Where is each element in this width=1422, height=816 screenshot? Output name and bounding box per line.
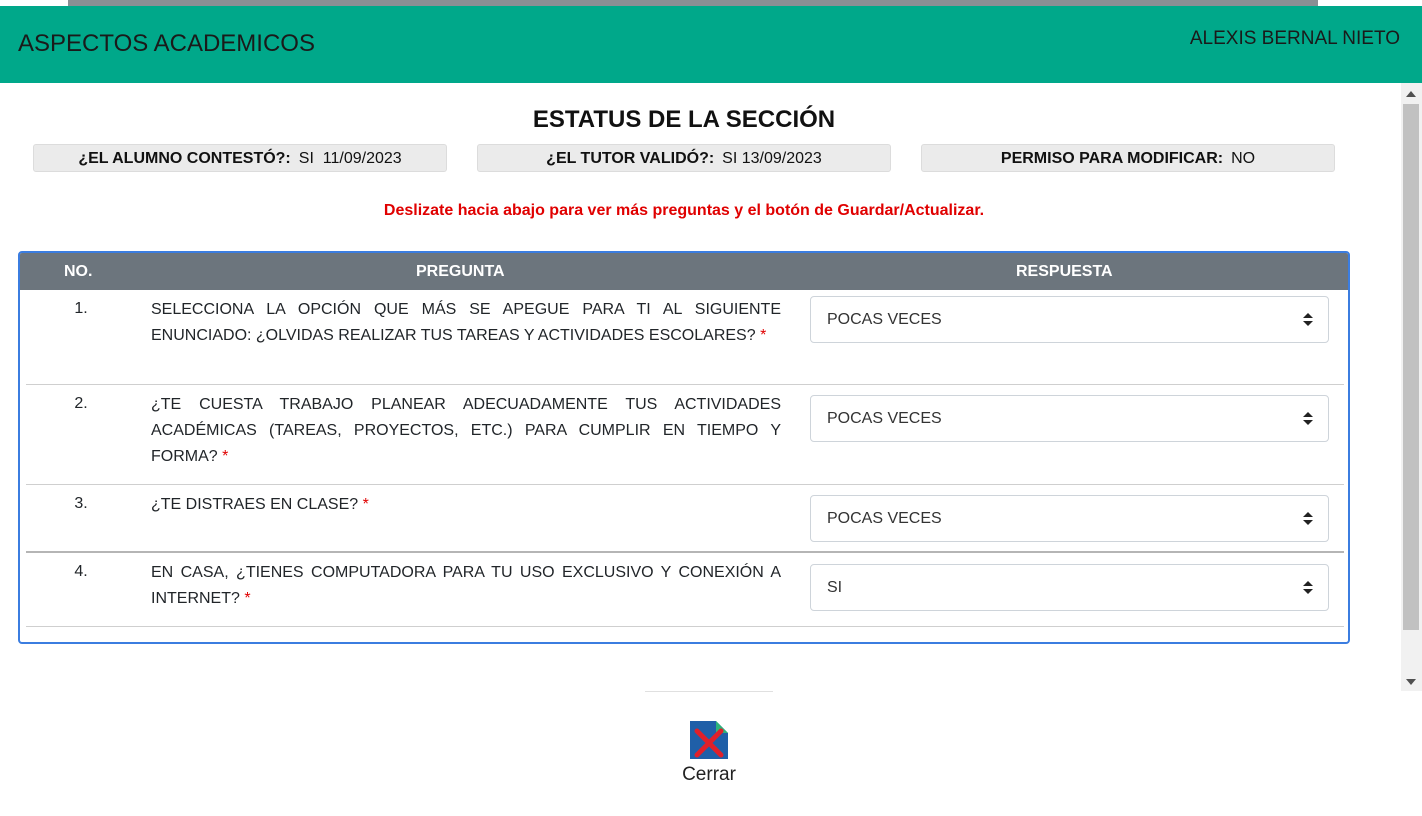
select-caret-icon	[1303, 313, 1313, 327]
status-value: NO	[1231, 150, 1256, 167]
scrollbar-thumb[interactable]	[1403, 104, 1419, 630]
table-row: 4. EN CASA, ¿TIENES COMPUTADORA PARA TU …	[26, 553, 1344, 627]
header-answer: RESPUESTA	[1016, 263, 1113, 280]
required-mark: *	[362, 496, 369, 513]
modal-scrollbar[interactable]	[1401, 83, 1422, 691]
scroll-up-icon[interactable]	[1406, 91, 1416, 97]
required-mark: *	[222, 448, 229, 465]
answer-value: POCAS VECES	[827, 311, 942, 328]
select-caret-icon	[1303, 412, 1313, 426]
status-label: ¿EL ALUMNO CONTESTÓ?:	[78, 150, 291, 167]
question-number: 1.	[74, 300, 88, 317]
close-button[interactable]: Cerrar	[672, 720, 746, 790]
table-row: 3. ¿TE DISTRAES EN CLASE? * POCAS VECES	[26, 485, 1344, 553]
status-edit-permission: PERMISO PARA MODIFICAR: NO	[921, 144, 1335, 172]
close-document-icon	[690, 721, 728, 759]
status-label: ¿EL TUTOR VALIDÓ?:	[546, 150, 715, 167]
question-label: ¿TE DISTRAES EN CLASE?	[151, 496, 359, 513]
question-text: ¿TE CUESTA TRABAJO PLANEAR ADECUADAMENTE…	[151, 392, 781, 470]
select-caret-icon	[1303, 512, 1313, 526]
question-text: EN CASA, ¿TIENES COMPUTADORA PARA TU USO…	[151, 560, 781, 612]
question-label: ¿TE CUESTA TRABAJO PLANEAR ADECUADAMENTE…	[151, 396, 781, 465]
modal-header: ASPECTOS ACADEMICOS ALEXIS BERNAL NIETO	[0, 6, 1422, 83]
section-status-title: ESTATUS DE LA SECCIÓN	[532, 106, 836, 133]
header-no: NO.	[64, 263, 93, 280]
question-text: SELECCIONA LA OPCIÓN QUE MÁS SE APEGUE P…	[151, 297, 781, 349]
question-label: SELECCIONA LA OPCIÓN QUE MÁS SE APEGUE P…	[151, 301, 781, 344]
answer-value: POCAS VECES	[827, 410, 942, 427]
scroll-hint: Deslizate hacia abajo para ver más pregu…	[383, 202, 985, 219]
status-student-answered: ¿EL ALUMNO CONTESTÓ?: SI 11/09/2023	[33, 144, 447, 172]
answer-select[interactable]: POCAS VECES	[810, 395, 1329, 442]
status-value: SI 11/09/2023	[298, 150, 402, 167]
status-tutor-validated: ¿EL TUTOR VALIDÓ?: SI 13/09/2023	[477, 144, 891, 172]
table-row: 1. SELECCIONA LA OPCIÓN QUE MÁS SE APEGU…	[26, 290, 1344, 385]
answer-value: SI	[827, 579, 843, 596]
select-caret-icon	[1303, 581, 1313, 595]
header-question: PREGUNTA	[416, 263, 505, 280]
answer-value: POCAS VECES	[827, 510, 942, 527]
close-label: Cerrar	[682, 764, 736, 785]
question-number: 4.	[74, 563, 88, 580]
user-name: ALEXIS BERNAL NIETO	[1189, 28, 1400, 49]
table-header: NO. PREGUNTA RESPUESTA	[20, 253, 1348, 290]
required-mark: *	[244, 590, 251, 607]
question-number: 2.	[74, 395, 88, 412]
question-number: 3.	[74, 495, 88, 512]
answer-select[interactable]: POCAS VECES	[810, 296, 1329, 343]
answer-select[interactable]: SI	[810, 564, 1329, 611]
answer-select[interactable]: POCAS VECES	[810, 495, 1329, 542]
scroll-down-icon[interactable]	[1406, 679, 1416, 685]
status-value: SI 13/09/2023	[722, 150, 822, 167]
table-row: 2. ¿TE CUESTA TRABAJO PLANEAR ADECUADAME…	[26, 385, 1344, 485]
required-mark: *	[760, 327, 767, 344]
questions-table: NO. PREGUNTA RESPUESTA 1. SELECCIONA LA …	[18, 251, 1350, 644]
status-label: PERMISO PARA MODIFICAR:	[1000, 150, 1224, 167]
modal-title: ASPECTOS ACADEMICOS	[18, 30, 315, 57]
question-text: ¿TE DISTRAES EN CLASE? *	[151, 492, 781, 518]
footer-divider	[645, 691, 773, 692]
